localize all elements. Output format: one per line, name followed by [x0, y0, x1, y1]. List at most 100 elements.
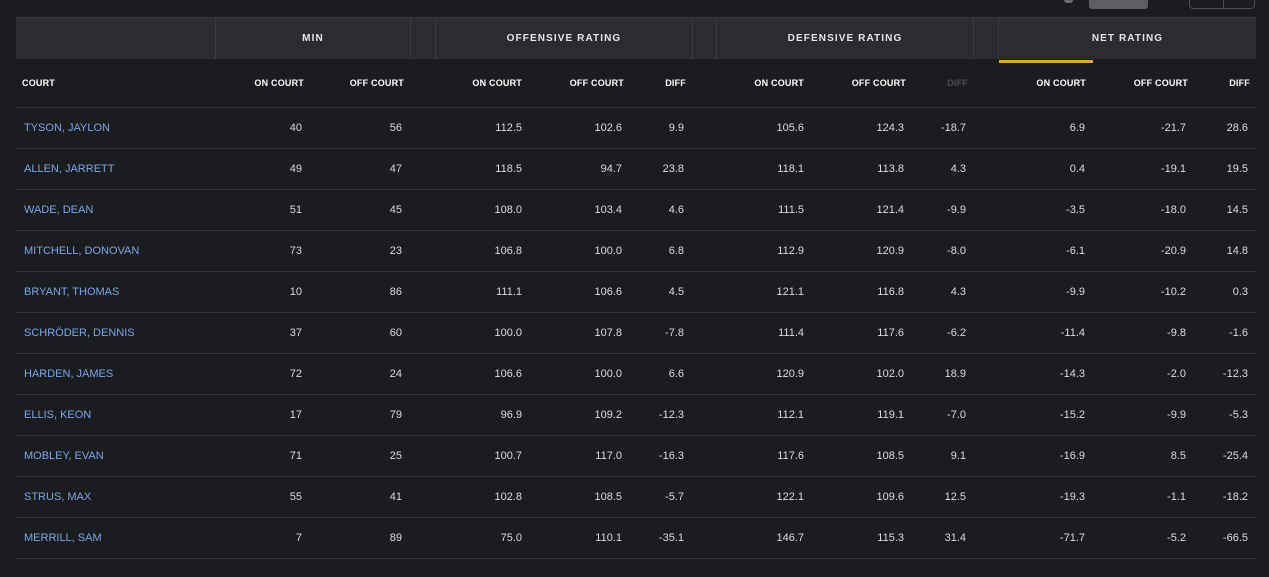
- table-body: TYSON, JAYLON 40 56 112.5 102.6 9.9 105.6 124.3…: [16, 108, 1256, 559]
- cell-off-on: 118.5: [495, 163, 522, 175]
- toolbar-icon[interactable]: [1064, 0, 1073, 3]
- cell-min-on: 17: [289, 409, 302, 421]
- cell-off-on: 100.7: [494, 450, 522, 462]
- player-name-link[interactable]: MERRILL, SAM: [24, 518, 204, 558]
- cell-net-on: -14.3: [1059, 368, 1085, 380]
- table-row: TYSON, JAYLON 40 56 112.5 102.6 9.9 105.6 124.3…: [16, 108, 1256, 149]
- cell-def-on: 112.9: [777, 245, 804, 257]
- cell-def-on: 122.1: [776, 491, 804, 503]
- cell-net-diff: 14.8: [1226, 245, 1248, 257]
- cell-def-on: 120.9: [776, 368, 804, 380]
- cell-def-diff: 31.4: [944, 532, 966, 544]
- column-header-court[interactable]: COURT: [22, 59, 172, 107]
- view-toggle[interactable]: [1189, 0, 1255, 9]
- player-name-link[interactable]: STRUS, MAX: [24, 477, 204, 517]
- player-name-link[interactable]: MOBLEY, EVAN: [24, 436, 204, 476]
- cell-net-diff: 0.3: [1232, 286, 1248, 298]
- cell-off-diff: -16.3: [658, 450, 684, 462]
- cell-net-on: -16.9: [1059, 450, 1085, 462]
- cell-net-diff: 19.5: [1226, 163, 1248, 175]
- cell-net-diff: -18.2: [1222, 491, 1248, 503]
- group-header-spacer: [692, 18, 716, 59]
- column-header-min-on[interactable]: ON COURT: [204, 59, 304, 107]
- cell-off-diff: -7.8: [665, 327, 684, 339]
- cell-net-diff: 28.6: [1226, 122, 1248, 134]
- column-header-net-on[interactable]: ON COURT: [986, 59, 1086, 107]
- cell-def-on: 112.1: [777, 409, 804, 421]
- column-header-def-on[interactable]: ON COURT: [704, 59, 804, 107]
- cell-net-diff: -1.6: [1229, 327, 1248, 339]
- cell-min-on: 51: [289, 204, 302, 216]
- player-name-link[interactable]: HARDEN, JAMES: [24, 354, 204, 394]
- cell-def-on: 118.1: [777, 163, 804, 175]
- cell-off-on: 102.8: [494, 491, 522, 503]
- cell-off-diff: 6.8: [668, 245, 684, 257]
- column-header-def-diff[interactable]: DIFF: [868, 59, 968, 107]
- cell-off-diff: -12.3: [658, 409, 684, 421]
- cell-min-off: 24: [389, 368, 402, 380]
- cell-off-diff: 9.9: [668, 122, 684, 134]
- cell-net-on: -15.2: [1059, 409, 1085, 421]
- group-header-min[interactable]: MIN: [215, 18, 410, 59]
- cell-min-off: 79: [389, 409, 402, 421]
- cell-min-off: 41: [389, 491, 402, 503]
- table-row: MITCHELL, DONOVAN 73 23 106.8 100.0 6.8 112.9 1…: [16, 231, 1256, 272]
- player-name-link[interactable]: MITCHELL, DONOVAN: [24, 231, 204, 271]
- column-header-net-diff[interactable]: DIFF: [1150, 59, 1250, 107]
- cell-off-diff: 23.8: [662, 163, 684, 175]
- cell-off-diff: -35.1: [658, 532, 684, 544]
- cell-min-on: 49: [289, 163, 302, 175]
- player-name-link[interactable]: ALLEN, JARRETT: [24, 149, 204, 189]
- group-header-net-rating[interactable]: NET RATING: [998, 18, 1256, 59]
- cell-def-on: 146.7: [776, 532, 804, 544]
- group-header-offensive-rating[interactable]: OFFENSIVE RATING: [435, 18, 692, 59]
- cell-def-on: 111.5: [778, 204, 804, 216]
- cell-min-off: 60: [389, 327, 402, 339]
- group-header-spacer: [973, 18, 998, 59]
- cell-def-diff: 18.9: [944, 368, 966, 380]
- cell-off-on: 106.6: [494, 368, 522, 380]
- cell-net-diff: -12.3: [1222, 368, 1248, 380]
- column-header-min-off[interactable]: OFF COURT: [304, 59, 404, 107]
- column-header-row: COURT ON COURT OFF COURT ON COURT OFF CO…: [16, 59, 1256, 108]
- cell-off-diff: -5.7: [665, 491, 684, 503]
- cell-def-diff: 9.1: [950, 450, 966, 462]
- cell-net-diff: -5.3: [1229, 409, 1248, 421]
- table-row: MOBLEY, EVAN 71 25 100.7 117.0 -16.3 117.6 108.…: [16, 436, 1256, 477]
- column-header-off-diff[interactable]: DIFF: [586, 59, 686, 107]
- cell-min-off: 56: [389, 122, 402, 134]
- cell-min-on: 37: [289, 327, 302, 339]
- cell-def-on: 111.4: [778, 327, 804, 339]
- cell-min-on: 72: [289, 368, 302, 380]
- toolbar-button[interactable]: [1089, 0, 1148, 9]
- player-name-link[interactable]: BRYANT, THOMAS: [24, 272, 204, 312]
- cell-off-on: 75.0: [500, 532, 522, 544]
- column-header-off-on[interactable]: ON COURT: [422, 59, 522, 107]
- cell-min-off: 45: [389, 204, 402, 216]
- cell-off-on: 100.0: [494, 327, 522, 339]
- cell-min-off: 47: [389, 163, 402, 175]
- cell-min-on: 7: [295, 532, 302, 544]
- cell-net-on: -11.4: [1060, 327, 1085, 339]
- table-row: ALLEN, JARRETT 49 47 118.5 94.7 23.8 118.1 113.…: [16, 149, 1256, 190]
- toolbar: [0, 0, 1269, 12]
- view-toggle-divider: [1223, 0, 1224, 8]
- table-row: STRUS, MAX 55 41 102.8 108.5 -5.7 122.1 109.6 12…: [16, 477, 1256, 518]
- group-header-spacer: [410, 18, 435, 59]
- player-name-link[interactable]: TYSON, JAYLON: [24, 108, 204, 148]
- group-header-defensive-rating[interactable]: DEFENSIVE RATING: [716, 18, 973, 59]
- cell-net-on: -71.7: [1059, 532, 1085, 544]
- player-name-link[interactable]: ELLIS, KEON: [24, 395, 204, 435]
- cell-off-on: 108.0: [494, 204, 522, 216]
- table-row: HARDEN, JAMES 72 24 106.6 100.0 6.6 120.9 102.0…: [16, 354, 1256, 395]
- cell-off-on: 111.1: [496, 286, 522, 298]
- cell-def-diff: 12.5: [944, 491, 966, 503]
- player-name-link[interactable]: WADE, DEAN: [24, 190, 204, 230]
- cell-net-on: -6.1: [1066, 245, 1085, 257]
- cell-min-off: 25: [389, 450, 402, 462]
- cell-def-diff: -18.7: [940, 122, 966, 134]
- cell-min-on: 55: [289, 491, 302, 503]
- group-header-row: MIN OFFENSIVE RATING DEFENSIVE RATING NE…: [16, 17, 1256, 63]
- group-header-empty: [16, 18, 215, 59]
- player-name-link[interactable]: SCHRÖDER, DENNIS: [24, 313, 204, 353]
